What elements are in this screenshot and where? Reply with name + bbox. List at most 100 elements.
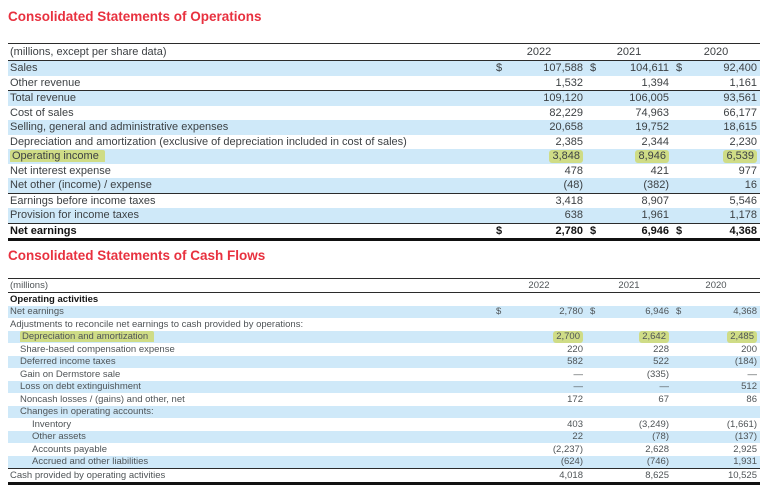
cell-value-text: 977: [739, 165, 757, 177]
cell-value-text: 1,161: [729, 77, 757, 89]
year-header: 2021: [586, 46, 672, 58]
cell-value-text: 18,615: [723, 121, 757, 133]
row-label-text: Provision for income taxes: [10, 209, 139, 221]
row-label: Earnings before income taxes: [8, 195, 492, 207]
cell-value: 10,525: [686, 470, 760, 481]
row-label: Deferred income taxes: [8, 356, 492, 367]
year-header: 2022: [492, 280, 586, 291]
cell-value-text: 2,628: [645, 444, 669, 455]
row-label: Changes in operating accounts:: [8, 406, 492, 417]
cell-value-text: 66,177: [723, 107, 757, 119]
table-row: Loss on debt extinguishment — — 512: [8, 381, 760, 394]
cell-value: 109,120: [506, 92, 586, 104]
cell-value: 512: [686, 381, 760, 392]
cell-value: —: [506, 369, 586, 380]
table-row: Other assets22(78)(137): [8, 431, 760, 444]
row-label: Net other (income) / expense: [8, 179, 492, 191]
cell-value-text: (78): [652, 431, 669, 442]
cell-value: 1,961: [600, 209, 672, 221]
cell-value: 2,780: [506, 225, 586, 237]
year-header: 2020: [672, 280, 760, 291]
table-row: Changes in operating accounts:: [8, 406, 760, 419]
cell-value-text: 19,752: [635, 121, 669, 133]
table-header: (millions)202220212020: [8, 279, 760, 293]
cell-value: 4,368: [686, 225, 760, 237]
cell-value: (335): [600, 369, 672, 380]
cell-value: 66,177: [686, 107, 760, 119]
cell-value-text: —: [660, 381, 670, 392]
cell-value-text: 1,394: [641, 77, 669, 89]
cell-value: 67: [600, 394, 672, 405]
row-label: Cost of sales: [8, 107, 492, 119]
row-label-text: Loss on debt extinguishment: [20, 381, 141, 392]
cell-value-text: 107,588: [543, 62, 583, 74]
cell-value: 2,925: [686, 444, 760, 455]
cell-value-text: 74,963: [635, 107, 669, 119]
cell-value: 4,018: [506, 470, 586, 481]
cell-value-text: 86: [746, 394, 757, 405]
cell-value-text: (48): [563, 179, 583, 191]
cell-value: 2,385: [506, 136, 586, 148]
currency-symbol: $: [586, 306, 600, 317]
row-label-text: Share-based compensation expense: [20, 344, 175, 355]
table-row: Sales$107,588$104,611$92,400: [8, 61, 760, 76]
row-label-text: Depreciation and amortization (exclusive…: [10, 136, 407, 148]
row-label-text: Earnings before income taxes: [10, 195, 156, 207]
cell-value-text: 3,418: [555, 195, 583, 207]
cell-value: 5,546: [686, 195, 760, 207]
cell-value-text: 200: [741, 344, 757, 355]
cell-value-text: 8,907: [641, 195, 669, 207]
cell-value-text: 1,961: [641, 209, 669, 221]
row-label: Loss on debt extinguishment: [8, 381, 492, 392]
cell-value: 2,700: [506, 331, 586, 342]
cell-value-text: 106,005: [629, 92, 669, 104]
table-row: Earnings before income taxes 3,418 8,907 5,…: [8, 193, 760, 209]
cell-value: 2,642: [600, 331, 672, 342]
cell-value-text: 2,485: [727, 331, 757, 343]
row-label-text: Sales: [10, 62, 38, 74]
table-row: Accrued and other liabilities(624)(746)1…: [8, 456, 760, 469]
currency-symbol: $: [492, 62, 506, 74]
cell-value: 977: [686, 165, 760, 177]
row-label: Accounts payable: [8, 444, 492, 455]
cell-value-text: 67: [658, 394, 669, 405]
currency-symbol: $: [492, 225, 506, 237]
row-label: Noncash losses / (gains) and other, net: [8, 394, 492, 405]
cell-value: 16: [686, 179, 760, 191]
cell-value: —: [506, 381, 586, 392]
cell-value-text: 638: [565, 209, 583, 221]
row-label: Adjustments to reconcile net earnings to…: [8, 319, 492, 330]
table-row: Inventory403(3,249)(1,661): [8, 418, 760, 431]
cell-value: (1,661): [686, 419, 760, 430]
cell-value-text: —: [748, 369, 758, 380]
table-unit-label: (millions): [8, 280, 492, 291]
cell-value: (2,237): [506, 444, 586, 455]
cell-value-text: 2,642: [639, 331, 669, 343]
cell-value: —: [600, 381, 672, 392]
cell-value-text: (382): [643, 179, 669, 191]
row-label: Total revenue: [8, 92, 492, 104]
cell-value-text: 4,368: [733, 306, 757, 317]
cell-value: —: [686, 369, 760, 380]
cell-value: 1,931: [686, 456, 760, 467]
cell-value-text: (1,661): [727, 419, 757, 430]
section-cash-flows: Consolidated Statements of Cash Flows (m…: [8, 248, 760, 485]
cell-value: (184): [686, 356, 760, 367]
cell-value: 104,611: [600, 62, 672, 74]
cell-value: 6,539: [686, 150, 760, 162]
cell-value: (48): [506, 179, 586, 191]
cell-value-text: 2,780: [555, 225, 583, 237]
cell-value-text: 82,229: [549, 107, 583, 119]
cell-value: 4,368: [686, 306, 760, 317]
cell-value-text: 522: [653, 356, 669, 367]
cell-value: 582: [506, 356, 586, 367]
row-label-text: Net other (income) / expense: [10, 179, 152, 191]
table-row: Selling, general and administrative expe…: [8, 120, 760, 135]
cell-value: 82,229: [506, 107, 586, 119]
row-label: Operating activities: [8, 294, 492, 305]
row-label: Sales: [8, 62, 492, 74]
cell-value-text: 2,700: [553, 331, 583, 343]
row-label-text: Net interest expense: [10, 165, 111, 177]
row-label: Cash provided by operating activities: [8, 470, 492, 481]
currency-symbol: $: [672, 306, 686, 317]
